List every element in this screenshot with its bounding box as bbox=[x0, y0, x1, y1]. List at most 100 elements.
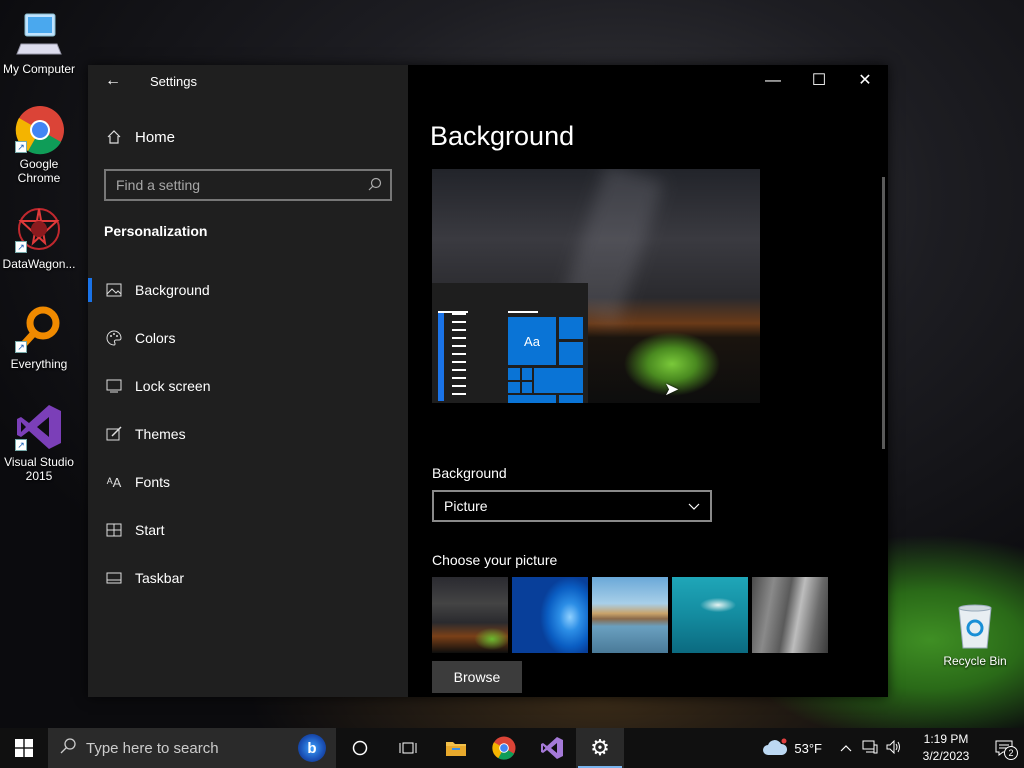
cortana-circle-icon bbox=[352, 740, 368, 756]
taskbar-file-explorer[interactable] bbox=[432, 728, 480, 768]
sidebar-item-start[interactable]: Start bbox=[88, 506, 408, 554]
shortcut-arrow-icon: ↗ bbox=[15, 439, 27, 451]
taskbar-icon bbox=[104, 568, 124, 588]
picture-thumb-beach-rocks[interactable] bbox=[592, 577, 668, 653]
start-button[interactable] bbox=[0, 728, 48, 768]
preview-tiles: Aa bbox=[508, 317, 584, 403]
desktop-icon-visual-studio[interactable]: ↗ Visual Studio 2015 bbox=[0, 403, 78, 483]
taskbar-search-box[interactable]: Type here to search b bbox=[48, 728, 336, 768]
desktop-icon-label: Google Chrome bbox=[17, 157, 61, 185]
themes-brush-icon bbox=[104, 424, 124, 444]
volume-icon[interactable] bbox=[886, 739, 902, 757]
preview-tile bbox=[522, 368, 532, 380]
fonts-icon: ᴬA bbox=[106, 474, 122, 490]
clock-time: 1:19 PM bbox=[923, 732, 969, 746]
find-setting-input[interactable] bbox=[116, 177, 368, 193]
preview-tile-large: Aa bbox=[508, 317, 556, 365]
browse-button[interactable]: Browse bbox=[432, 661, 522, 693]
background-setting-label: Background bbox=[432, 465, 507, 481]
recycle-bin-icon bbox=[951, 602, 999, 650]
preview-tile bbox=[559, 342, 583, 365]
notification-center-button[interactable]: 2 bbox=[984, 728, 1024, 768]
sidebar-item-themes[interactable]: Themes bbox=[88, 410, 408, 458]
sidebar-item-label: Colors bbox=[135, 330, 176, 346]
sidebar-item-background[interactable]: Background bbox=[88, 266, 408, 314]
minimize-button[interactable]: — bbox=[750, 65, 796, 97]
nav-list: Background Colors Lock screen Themes ᴬA … bbox=[88, 266, 408, 602]
shortcut-arrow-icon: ↗ bbox=[15, 341, 27, 353]
shortcut-arrow-icon: ↗ bbox=[15, 241, 27, 253]
desktop-icon-google-chrome[interactable]: ↗ Google Chrome bbox=[0, 105, 78, 185]
taskbar-visual-studio[interactable] bbox=[528, 728, 576, 768]
chrome-icon: ↗ bbox=[15, 105, 64, 155]
weather-cloud-icon[interactable] bbox=[762, 738, 788, 759]
sidebar-item-taskbar[interactable]: Taskbar bbox=[88, 554, 408, 602]
desktop-icon-label: Everything bbox=[10, 357, 68, 371]
preview-tile bbox=[559, 395, 583, 403]
nav-home-label: Home bbox=[135, 128, 176, 146]
window-title: Settings bbox=[150, 74, 197, 89]
desktop-icon-label: Visual Studio 2015 bbox=[4, 455, 74, 483]
desktop-icon-label: My Computer bbox=[2, 62, 76, 76]
settings-window: ← Settings Home Personalization Backgrou… bbox=[88, 65, 888, 697]
visual-studio-icon: ↗ bbox=[15, 403, 63, 451]
lock-screen-icon bbox=[104, 376, 124, 396]
desktop-icon-my-computer[interactable]: My Computer bbox=[0, 10, 78, 76]
close-button[interactable]: ✕ bbox=[842, 65, 888, 97]
folder-icon bbox=[446, 742, 466, 756]
picture-thumb-underwater-swimmer[interactable] bbox=[672, 577, 748, 653]
preview-tile bbox=[522, 382, 532, 393]
sidebar-item-fonts[interactable]: ᴬA Fonts bbox=[88, 458, 408, 506]
sidebar-item-label: Start bbox=[135, 522, 165, 538]
taskbar-clock[interactable]: 1:19 PM 3/2/2023 bbox=[908, 731, 984, 765]
system-tray: 53°F 1:19 PM 3/2/2023 2 bbox=[762, 728, 1024, 768]
taskbar-settings[interactable]: ⚙ bbox=[576, 728, 624, 768]
weather-temperature[interactable]: 53°F bbox=[794, 741, 822, 756]
content-scrollbar[interactable] bbox=[882, 177, 885, 449]
sidebar-item-colors[interactable]: Colors bbox=[88, 314, 408, 362]
cortana-button[interactable] bbox=[336, 728, 384, 768]
desktop-icon-label: Recycle Bin bbox=[943, 654, 1007, 668]
picture-thumb-night-sky[interactable] bbox=[432, 577, 508, 653]
clock-date: 3/2/2023 bbox=[922, 749, 970, 763]
desktop-icon-datawagon[interactable]: ↗ DataWagon... bbox=[0, 205, 78, 271]
back-arrow-icon[interactable]: ← bbox=[102, 70, 124, 92]
taskbar-chrome[interactable] bbox=[480, 728, 528, 768]
palette-icon bbox=[104, 328, 124, 348]
preview-tile bbox=[508, 395, 556, 403]
chevron-up-icon[interactable] bbox=[840, 741, 852, 755]
picture-thumb-windows-blue[interactable] bbox=[512, 577, 588, 653]
network-icon[interactable] bbox=[862, 740, 878, 757]
picture-thumbnails bbox=[432, 577, 828, 653]
preview-tile bbox=[508, 368, 520, 380]
background-type-value: Picture bbox=[444, 498, 488, 514]
chevron-down-icon bbox=[688, 498, 700, 514]
desktop-icon-everything[interactable]: ↗ Everything bbox=[0, 305, 78, 371]
find-setting-search[interactable] bbox=[104, 169, 392, 201]
desktop-icon-label: DataWagon... bbox=[2, 257, 76, 271]
gear-icon: ⚙ bbox=[590, 735, 610, 760]
windows-logo-icon bbox=[15, 739, 33, 757]
preview-app-list bbox=[438, 313, 468, 401]
sidebar-item-label: Background bbox=[135, 282, 210, 298]
preview-start-menu: Aa bbox=[432, 283, 588, 403]
nav-home[interactable]: Home bbox=[104, 127, 175, 147]
desktop-icon-recycle-bin[interactable]: Recycle Bin bbox=[936, 602, 1014, 668]
sidebar-item-label: Themes bbox=[135, 426, 186, 442]
sidebar-item-lock-screen[interactable]: Lock screen bbox=[88, 362, 408, 410]
task-view-button[interactable] bbox=[384, 728, 432, 768]
preview-tile bbox=[508, 382, 520, 393]
everything-search-icon: ↗ bbox=[15, 305, 63, 353]
maximize-button[interactable]: ☐ bbox=[796, 65, 842, 97]
bing-icon[interactable]: b bbox=[298, 734, 326, 762]
preview-tile bbox=[559, 317, 583, 339]
task-view-icon bbox=[399, 742, 417, 754]
computer-icon bbox=[15, 10, 63, 58]
settings-nav-pane: ← Settings Home Personalization Backgrou… bbox=[88, 65, 408, 697]
sidebar-item-label: Taskbar bbox=[135, 570, 185, 586]
background-type-dropdown[interactable]: Picture bbox=[432, 490, 712, 522]
section-title-personalization: Personalization bbox=[104, 223, 208, 239]
desktop-preview: Aa ➤ bbox=[432, 169, 760, 403]
picture-thumb-rock-cliff[interactable] bbox=[752, 577, 828, 653]
preview-divider bbox=[508, 311, 538, 313]
